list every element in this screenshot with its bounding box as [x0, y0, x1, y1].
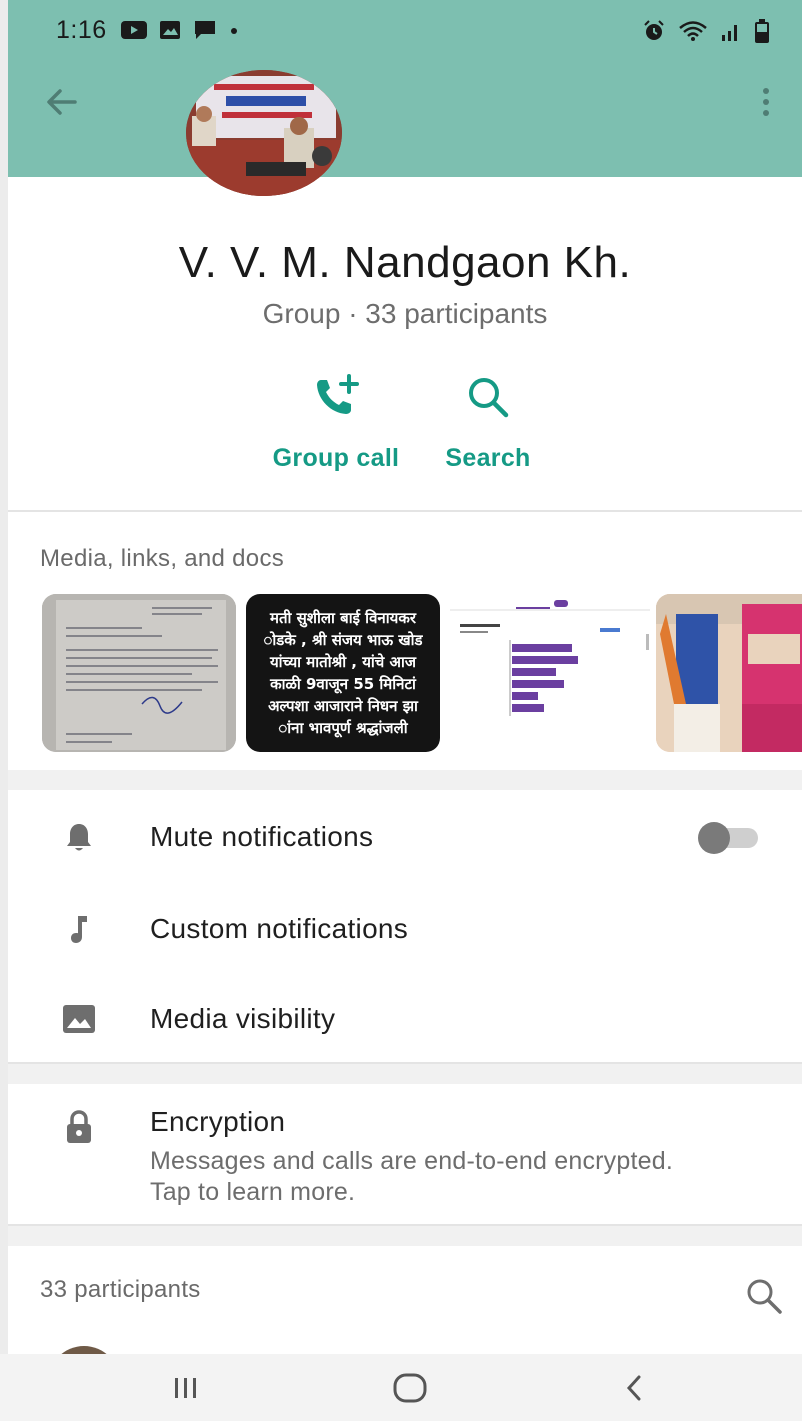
- header-bar: 1:16: [8, 0, 802, 177]
- media-thumbnail-text-image[interactable]: मती सुशीला बाई विनायकर ोडके , श्री संजय …: [246, 594, 440, 752]
- image-icon: [58, 974, 100, 1064]
- search-icon: [469, 378, 509, 418]
- chevron-left-icon: [626, 1375, 641, 1401]
- status-time: 1:16: [56, 16, 107, 44]
- participants-title: 33 participants: [40, 1276, 201, 1303]
- media-visibility-label: Media visibility: [150, 1003, 336, 1034]
- group-call-icon: [317, 374, 359, 414]
- media-thumbnail-form-screenshot[interactable]: [450, 594, 650, 752]
- group-call-label: Group call: [272, 444, 400, 472]
- mute-notifications-toggle[interactable]: [698, 822, 760, 854]
- thumb-text-line: अल्पशा आजाराने निधन झा: [268, 697, 418, 715]
- home-button[interactable]: [380, 1364, 440, 1412]
- custom-notifications-label: Custom notifications: [150, 913, 409, 944]
- group-avatar[interactable]: [186, 70, 342, 196]
- dot-icon: [231, 28, 237, 34]
- media-thumbnail-document[interactable]: [42, 594, 236, 752]
- mute-notifications-row[interactable]: Mute notifications: [8, 792, 802, 882]
- group-info-screen: 1:16 V. V. M. Nandgaon Kh. Group · 33 pa…: [8, 0, 802, 1421]
- wifi-icon: [679, 21, 707, 41]
- recents-icon: [175, 1378, 196, 1398]
- section-separator: [8, 770, 802, 790]
- lock-icon: [58, 1106, 100, 1148]
- signal-icon: [722, 25, 737, 41]
- toggle-knob: [698, 822, 730, 854]
- encryption-title[interactable]: Encryption: [150, 1106, 285, 1138]
- participants-search-button[interactable]: [744, 1276, 784, 1316]
- custom-notifications-row[interactable]: Custom notifications: [8, 884, 802, 974]
- group-photo-image: [186, 70, 342, 196]
- media-thumbnail-photo[interactable]: [656, 594, 802, 752]
- divider: [8, 510, 802, 512]
- mute-notifications-label: Mute notifications: [150, 821, 374, 852]
- people-photo-image: [656, 594, 802, 752]
- search-icon: [747, 1279, 782, 1314]
- chat-icon: [195, 21, 215, 39]
- encryption-description[interactable]: Messages and calls are end-to-end encryp…: [150, 1146, 710, 1208]
- system-nav-bar: [0, 1354, 802, 1421]
- notification-icons: [120, 18, 240, 42]
- form-responses-screenshot-image: [450, 594, 650, 752]
- search-button[interactable]: Search: [438, 370, 538, 473]
- more-options-button[interactable]: [746, 82, 786, 122]
- back-button[interactable]: [42, 82, 82, 122]
- gallery-icon: [160, 21, 180, 39]
- thumb-text-line: यांच्या मातोश्री , यांचे आज: [269, 653, 417, 671]
- system-icons: [642, 18, 770, 44]
- back-nav-button[interactable]: [604, 1364, 664, 1412]
- arrow-left-icon: [47, 89, 77, 115]
- thumb-text-line: काळी 9वाजून 55 मिनिटां: [270, 675, 416, 693]
- alarm-icon: [644, 20, 664, 40]
- battery-icon: [755, 19, 769, 43]
- thumb-text-line: ोडके , श्री संजय भाऊ खोड: [263, 631, 423, 649]
- group-name: V. V. M. Nandgaon Kh.: [178, 238, 632, 287]
- thumb-text-line: मती सुशीला बाई विनायकर: [270, 609, 416, 627]
- document-photo-image: [42, 594, 236, 752]
- bell-icon: [58, 792, 100, 882]
- group-call-button[interactable]: Group call: [264, 370, 408, 473]
- youtube-icon: [121, 21, 147, 39]
- music-note-icon: [58, 884, 100, 974]
- media-section-title[interactable]: Media, links, and docs: [40, 545, 284, 573]
- home-icon: [393, 1373, 427, 1403]
- status-bar: 1:16: [8, 0, 802, 62]
- recents-button[interactable]: [156, 1364, 216, 1412]
- group-subtitle: Group · 33 participants: [262, 298, 548, 329]
- media-visibility-row[interactable]: Media visibility: [8, 974, 802, 1064]
- thumb-text-line: ांना भावपूर्ण श्रद्धांजली: [278, 719, 408, 737]
- section-separator: [8, 1226, 802, 1246]
- search-label: Search: [445, 444, 531, 472]
- section-separator: [8, 1064, 802, 1084]
- more-vert-icon: [763, 88, 769, 116]
